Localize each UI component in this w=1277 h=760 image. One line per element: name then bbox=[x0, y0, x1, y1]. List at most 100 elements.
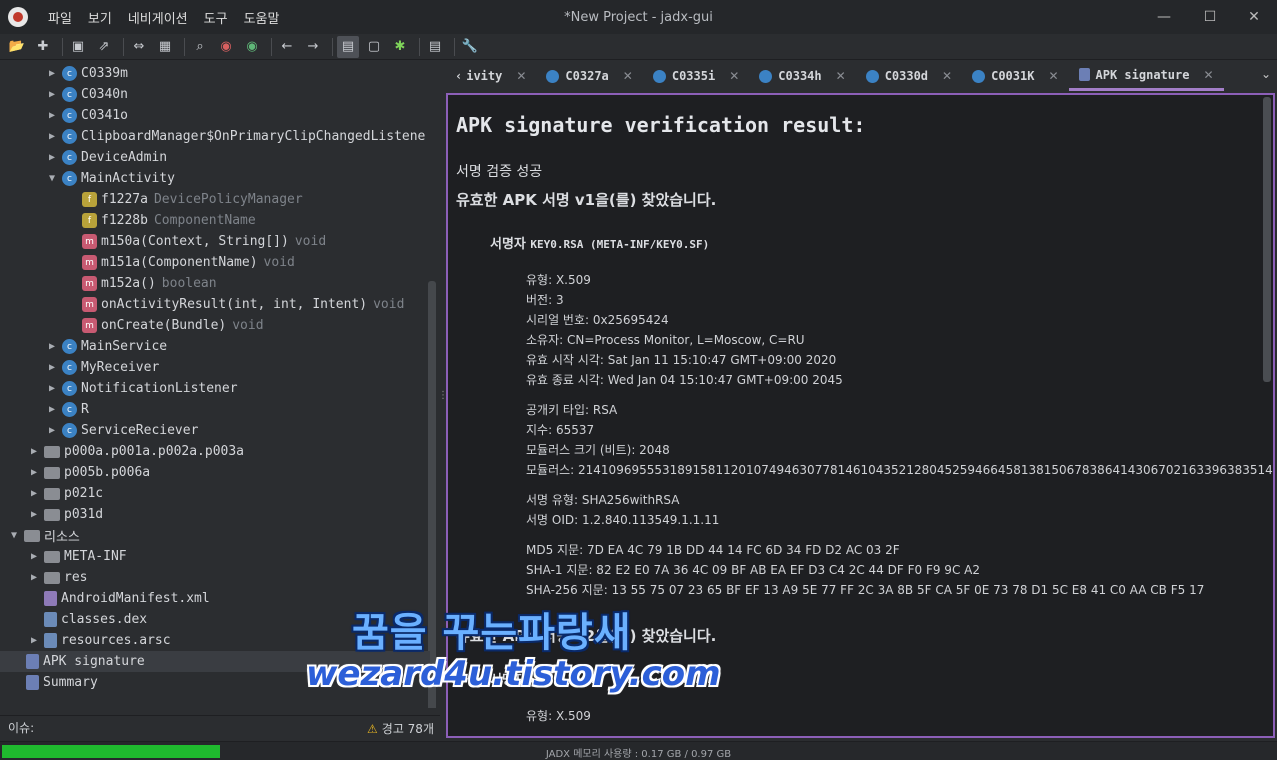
save-icon[interactable]: ▣ bbox=[67, 36, 89, 58]
tree-item[interactable]: ▶ c MyReceiver bbox=[0, 357, 430, 378]
signature-icon bbox=[1078, 68, 1090, 81]
tree-item[interactable]: ▶ p021c bbox=[0, 483, 430, 504]
close-button[interactable]: ✕ bbox=[1231, 0, 1277, 34]
tree-item[interactable]: ▶ c NotificationListener bbox=[0, 378, 430, 399]
tab-1[interactable]: C0327a ✕ bbox=[536, 61, 642, 91]
tree-item[interactable]: ▶ p000a.p001a.p002a.p003a bbox=[0, 441, 430, 462]
expand-arrow-icon[interactable]: ▶ bbox=[28, 509, 40, 520]
menu-item-2[interactable]: 네비게이션 bbox=[120, 8, 196, 27]
tree-item-label: NotificationListener bbox=[81, 381, 238, 396]
toolbar-separator bbox=[62, 37, 63, 56]
tab-close-icon[interactable]: ✕ bbox=[1203, 68, 1213, 82]
open-folder-icon[interactable]: 📂 bbox=[6, 36, 28, 58]
tree-item[interactable]: m m152a() boolean bbox=[0, 273, 430, 294]
tree-item[interactable]: ▶ c ServiceReciever bbox=[0, 420, 430, 441]
tree-item[interactable]: ▶ c MainService bbox=[0, 336, 430, 357]
expand-arrow-icon[interactable]: ▶ bbox=[28, 467, 40, 478]
tree-item[interactable]: ▼ 리소스 bbox=[0, 525, 430, 546]
warnings-count[interactable]: ⚠ 경고 78개 bbox=[367, 720, 434, 737]
tab-close-icon[interactable]: ✕ bbox=[942, 69, 952, 83]
tree-item-label: MainService bbox=[81, 339, 168, 354]
signature-field: 시리얼 번호: 0x25695424 bbox=[526, 313, 669, 327]
tab-5[interactable]: C0031K ✕ bbox=[962, 61, 1068, 91]
tree-item[interactable]: f f1227a DevicePolicyManager bbox=[0, 189, 430, 210]
minimize-button[interactable]: — bbox=[1141, 0, 1187, 34]
expand-arrow-icon[interactable]: ▶ bbox=[28, 551, 40, 562]
expand-arrow-icon[interactable]: ▶ bbox=[28, 635, 40, 646]
tree-item[interactable]: ▶ c R bbox=[0, 399, 430, 420]
class-icon: c bbox=[62, 108, 77, 123]
deobf-icon[interactable]: ▢ bbox=[363, 36, 385, 58]
tree-item[interactable]: ▶ c C0339m bbox=[0, 63, 430, 84]
tab-close-icon[interactable]: ✕ bbox=[516, 69, 526, 83]
expand-arrow-icon[interactable]: ▶ bbox=[28, 446, 40, 457]
class-icon: c bbox=[62, 150, 77, 165]
tree-item[interactable]: ▶ META-INF bbox=[0, 546, 430, 567]
find-usage-icon[interactable]: ◉ bbox=[241, 36, 263, 58]
tree-icon[interactable]: ▦ bbox=[154, 36, 176, 58]
tree-item[interactable]: f f1228b ComponentName bbox=[0, 210, 430, 231]
add-files-icon[interactable]: ✚ bbox=[32, 36, 54, 58]
search-icon[interactable]: ⌕ bbox=[189, 36, 211, 58]
tab-close-icon[interactable]: ✕ bbox=[729, 69, 739, 83]
debug-icon[interactable]: ✱ bbox=[389, 36, 411, 58]
expand-arrow-icon[interactable]: ▶ bbox=[46, 68, 58, 79]
collapse-arrow-icon[interactable]: ▼ bbox=[46, 173, 58, 184]
forward-icon[interactable]: → bbox=[302, 36, 324, 58]
tab-0[interactable]: ‹ ivity ✕ bbox=[445, 61, 536, 91]
tab-close-icon[interactable]: ✕ bbox=[836, 69, 846, 83]
signer-value: KEY0.RSA (META-INF/KEY0.SF) bbox=[530, 238, 710, 251]
tree-item-label: MainActivity bbox=[81, 171, 175, 186]
find-class-icon[interactable]: ◉ bbox=[215, 36, 237, 58]
sync-icon[interactable]: ⇔ bbox=[128, 36, 150, 58]
expand-arrow-icon[interactable]: ▶ bbox=[46, 341, 58, 352]
decompile-icon[interactable]: ▤ bbox=[337, 35, 359, 58]
split-pane-handle[interactable]: ⋮ bbox=[438, 390, 448, 410]
tree-item[interactable]: ▼ c MainActivity bbox=[0, 168, 430, 189]
tab-2[interactable]: C0335i ✕ bbox=[643, 61, 749, 91]
expand-arrow-icon[interactable]: ▶ bbox=[46, 131, 58, 142]
export-icon[interactable]: ⇗ bbox=[93, 36, 115, 58]
content-scrollbar[interactable] bbox=[1263, 97, 1271, 382]
tree-item[interactable]: m m151a(ComponentName) void bbox=[0, 252, 430, 273]
collapse-arrow-icon[interactable]: ▼ bbox=[8, 530, 20, 541]
tab-close-icon[interactable]: ✕ bbox=[623, 69, 633, 83]
expand-arrow-icon[interactable]: ▶ bbox=[28, 488, 40, 499]
tree-item[interactable]: ▶ res bbox=[0, 567, 430, 588]
issues-bar: 이슈: ⚠ 경고 78개 bbox=[0, 715, 440, 739]
tree-item[interactable]: ▶ p031d bbox=[0, 504, 430, 525]
tree-item[interactable]: ▶ c ClipboardManager$OnPrimaryClipChangedL… bbox=[0, 126, 430, 147]
expand-arrow-icon[interactable]: ▶ bbox=[46, 425, 58, 436]
tab-4[interactable]: C0330d ✕ bbox=[856, 61, 962, 91]
tree-item[interactable]: m onActivityResult(int, int, Intent) void bbox=[0, 294, 430, 315]
expand-arrow-icon[interactable]: ▶ bbox=[46, 110, 58, 121]
tree-item[interactable]: m onCreate(Bundle) void bbox=[0, 315, 430, 336]
settings-icon[interactable]: 🔧 bbox=[459, 36, 481, 58]
tree-item[interactable]: m m150a(Context, String[]) void bbox=[0, 231, 430, 252]
menu-item-4[interactable]: 도움말 bbox=[236, 8, 288, 27]
tab-close-icon[interactable]: ✕ bbox=[1048, 69, 1058, 83]
method-icon: m bbox=[82, 318, 97, 333]
tree-item[interactable]: ▶ c C0340n bbox=[0, 84, 430, 105]
tab-scroll-left-icon[interactable]: ‹ bbox=[455, 69, 462, 83]
tree-item[interactable]: ▶ c DeviceAdmin bbox=[0, 147, 430, 168]
menu-item-1[interactable]: 보기 bbox=[80, 8, 120, 27]
expand-arrow-icon[interactable]: ▶ bbox=[46, 152, 58, 163]
expand-arrow-icon[interactable]: ▶ bbox=[28, 572, 40, 583]
menu-item-3[interactable]: 도구 bbox=[196, 8, 236, 27]
maximize-button[interactable]: ☐ bbox=[1187, 0, 1233, 34]
tabs-dropdown-icon[interactable]: ⌄ bbox=[1261, 67, 1271, 81]
expand-arrow-icon[interactable]: ▶ bbox=[46, 362, 58, 373]
expand-arrow-icon[interactable]: ▶ bbox=[46, 404, 58, 415]
tree-item[interactable]: ▶ c C0341o bbox=[0, 105, 430, 126]
expand-arrow-icon[interactable]: ▶ bbox=[46, 383, 58, 394]
tab-3[interactable]: C0334h ✕ bbox=[749, 61, 855, 91]
expand-arrow-icon[interactable]: ▶ bbox=[46, 89, 58, 100]
class-icon: c bbox=[62, 87, 77, 102]
tree-item[interactable]: ▶ p005b.p006a bbox=[0, 462, 430, 483]
back-icon[interactable]: ← bbox=[276, 36, 298, 58]
menu-item-0[interactable]: 파일 bbox=[40, 8, 80, 27]
log-icon[interactable]: ▤ bbox=[424, 36, 446, 58]
signature-field: 공개키 타입: RSA bbox=[526, 403, 618, 417]
tab-6[interactable]: APK signature ✕ bbox=[1068, 61, 1224, 91]
